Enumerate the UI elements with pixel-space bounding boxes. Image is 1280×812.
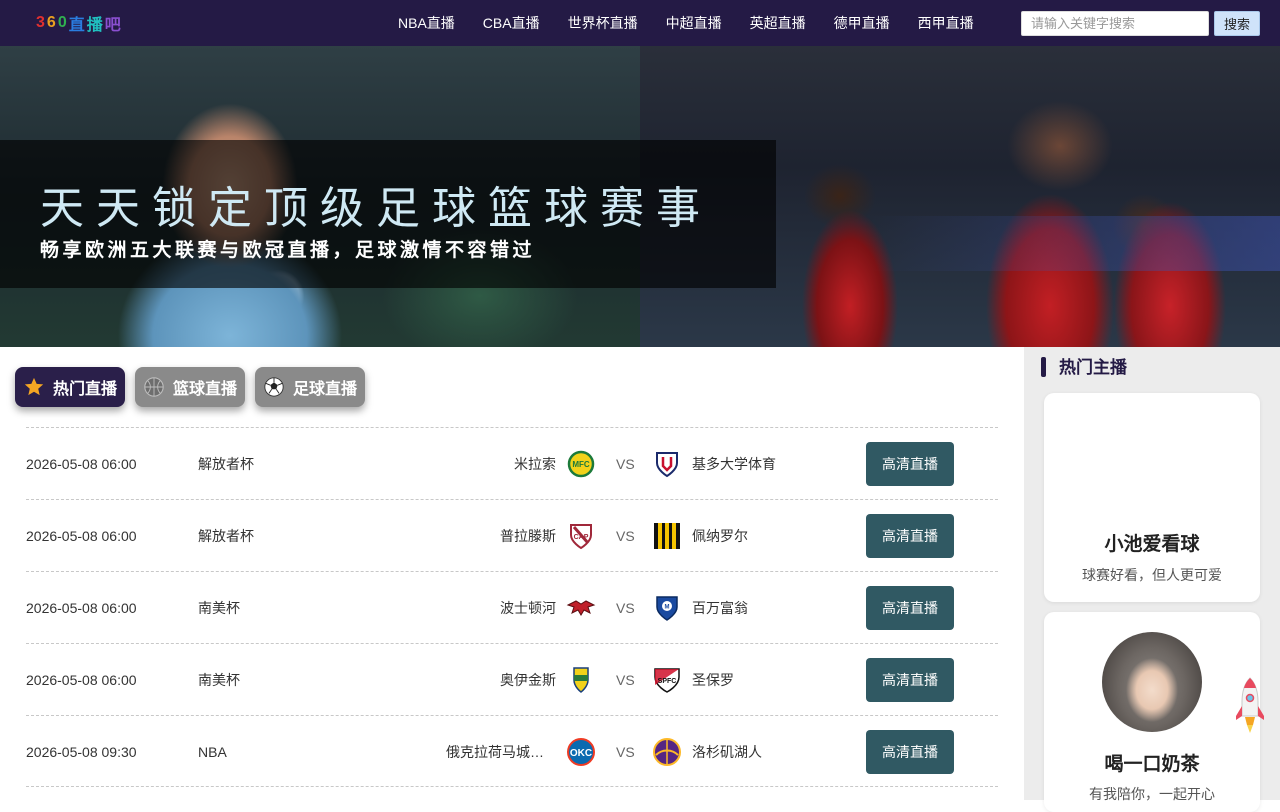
away-team: 佩纳罗尔 [692, 528, 748, 544]
logo-char: 直 [68, 17, 87, 34]
match-league: NBA [198, 744, 227, 760]
svg-text:SPFC: SPFC [658, 678, 677, 685]
logo-char: 0 [57, 14, 69, 31]
match-row: 2026-05-08 06:00 南美杯 波士顿河 VS M 百万富翁 高清直播 [26, 571, 998, 643]
site-logo[interactable]: 3 6 0 直 播 吧 [36, 12, 123, 34]
logo-char: 吧 [104, 17, 123, 34]
banner-stadium-board [870, 216, 1280, 271]
hero-banner: 天天锁定顶级足球篮球赛事 畅享欧洲五大联赛与欧冠直播，足球激情不容错过 [0, 46, 1280, 347]
home-team: 奥伊金斯 [500, 672, 556, 688]
match-league: 解放者杯 [198, 528, 254, 544]
hd-live-button[interactable]: 高清直播 [866, 442, 954, 486]
home-team: 普拉滕斯 [500, 528, 556, 544]
hd-live-button[interactable]: 高清直播 [866, 658, 954, 702]
anchor-name: 喝一口奶茶 [1104, 754, 1200, 775]
tab-basketball-live[interactable]: 篮球直播 [135, 367, 245, 407]
home-team-logo-icon [573, 667, 589, 693]
match-time: 2026-05-08 06:00 [26, 672, 137, 688]
match-row: 2026-05-08 06:00 解放者杯 米拉索 MFC VS 基多大学体育 … [26, 427, 998, 499]
home-team-logo-icon: CAP [570, 524, 592, 550]
away-team-logo-icon [653, 738, 681, 766]
match-time: 2026-05-08 09:30 [26, 744, 137, 760]
vs-label: VS [616, 456, 635, 472]
basketball-icon [143, 376, 165, 398]
logo-char: 3 [36, 14, 47, 31]
home-team: 俄克拉荷马城雷霆 [446, 744, 556, 760]
away-team-logo-icon: M [656, 596, 678, 621]
away-team: 百万富翁 [692, 600, 748, 616]
hd-live-button[interactable]: 高清直播 [866, 730, 954, 774]
anchor-name: 小池爱看球 [1104, 534, 1200, 555]
avatar [1102, 632, 1202, 732]
svg-text:MFC: MFC [572, 460, 590, 469]
hd-live-button[interactable]: 高清直播 [866, 586, 954, 630]
sidebar-title-accent [1041, 357, 1046, 377]
nav-link-csl[interactable]: 中超直播 [652, 0, 736, 46]
search-input[interactable] [1021, 11, 1209, 36]
home-team-logo-icon: MFC [567, 450, 595, 478]
nav-links: NBA直播 CBA直播 世界杯直播 中超直播 英超直播 德甲直播 西甲直播 [384, 0, 988, 46]
home-team-logo-icon [566, 600, 596, 616]
match-league: 南美杯 [198, 672, 240, 688]
vs-label: VS [616, 672, 635, 688]
vs-label: VS [616, 528, 635, 544]
nav-link-epl[interactable]: 英超直播 [736, 0, 820, 46]
tab-hot-live[interactable]: 热门直播 [15, 367, 125, 407]
search-button[interactable]: 搜索 [1214, 11, 1260, 36]
hd-live-button[interactable]: 高清直播 [866, 514, 954, 558]
away-team-logo-icon: SPFC [654, 668, 680, 693]
match-time: 2026-05-08 06:00 [26, 528, 137, 544]
nav-link-laliga[interactable]: 西甲直播 [904, 0, 988, 46]
sidebar-title: 热门主播 [1059, 358, 1127, 377]
home-team-logo-icon: OKC [567, 738, 595, 766]
home-team: 波士顿河 [500, 600, 556, 616]
star-icon [23, 376, 45, 398]
away-team: 圣保罗 [692, 672, 734, 688]
nav-link-bundesliga[interactable]: 德甲直播 [820, 0, 904, 46]
logo-char: 6 [46, 14, 58, 31]
match-time: 2026-05-08 06:00 [26, 456, 137, 472]
match-row: 2026-05-08 09:30 NBA 俄克拉荷马城雷霆 OKC VS 洛杉矶… [26, 715, 998, 787]
home-team: 米拉索 [514, 456, 556, 472]
match-row: 2026-05-08 06:00 解放者杯 普拉滕斯 CAP VS 佩纳罗尔 高… [26, 499, 998, 571]
tab-label: 热门直播 [53, 381, 118, 398]
match-league: 解放者杯 [198, 456, 254, 472]
rocket-icon[interactable] [1234, 676, 1266, 734]
match-time: 2026-05-08 06:00 [26, 600, 137, 616]
soccer-ball-icon [263, 376, 285, 398]
tab-label: 篮球直播 [173, 381, 238, 398]
nav-link-cba[interactable]: CBA直播 [469, 0, 554, 46]
anchor-card[interactable]: 小池爱看球 球赛好看，但人更可爱 [1044, 393, 1260, 602]
anchor-card[interactable]: 喝一口奶茶 有我陪你，一起开心 [1044, 612, 1260, 812]
svg-text:CAP: CAP [574, 534, 589, 541]
banner-title: 天天锁定顶级足球篮球赛事 [40, 183, 712, 234]
top-nav: 3 6 0 直 播 吧 NBA直播 CBA直播 世界杯直播 中超直播 英超直播 … [0, 0, 1280, 46]
logo-char: 播 [86, 17, 105, 34]
vs-label: VS [616, 600, 635, 616]
nav-link-nba[interactable]: NBA直播 [384, 0, 469, 46]
match-list: 2026-05-08 06:00 解放者杯 米拉索 MFC VS 基多大学体育 … [26, 427, 998, 787]
svg-text:OKC: OKC [570, 748, 592, 759]
vs-label: VS [616, 744, 635, 760]
tab-label: 足球直播 [293, 381, 358, 398]
match-row: 2026-05-08 06:00 南美杯 奥伊金斯 VS SPFC 圣保罗 高清… [26, 643, 998, 715]
svg-text:M: M [665, 605, 670, 611]
nav-link-worldcup[interactable]: 世界杯直播 [554, 0, 652, 46]
banner-subtitle: 畅享欧洲五大联赛与欧冠直播，足球激情不容错过 [40, 239, 536, 261]
tab-football-live[interactable]: 足球直播 [255, 367, 365, 407]
match-league: 南美杯 [198, 600, 240, 616]
away-team-logo-icon [656, 452, 678, 478]
anchor-desc: 有我陪你，一起开心 [1089, 786, 1215, 802]
away-team: 基多大学体育 [692, 456, 776, 472]
anchor-desc: 球赛好看，但人更可爱 [1082, 567, 1222, 583]
away-team: 洛杉矶湖人 [692, 744, 762, 760]
away-team-logo-icon [654, 523, 680, 549]
